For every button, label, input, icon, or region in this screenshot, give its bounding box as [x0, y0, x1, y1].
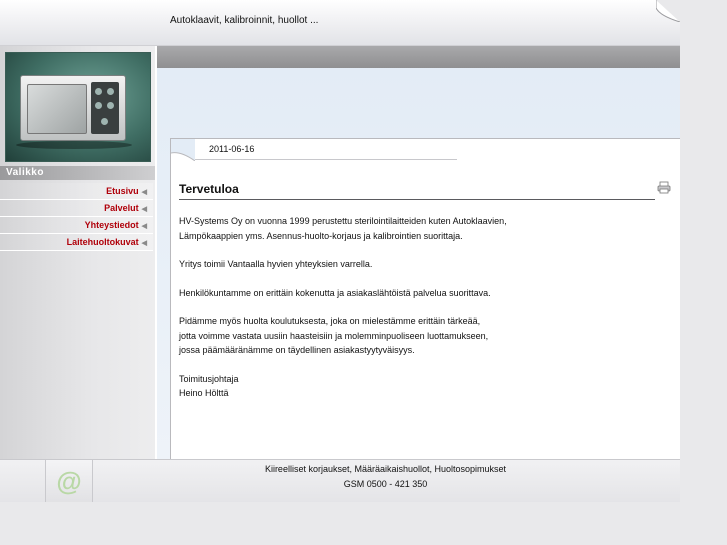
menu-item-yhteystiedot[interactable]: Yhteystiedot ◀	[0, 217, 153, 234]
menu-item-label: Etusivu	[106, 186, 139, 196]
article-body: HV-Systems Oy on vuonna 1999 perustettu …	[179, 214, 669, 415]
footer-services: Kiireelliset korjaukset, Määräaikaishuol…	[264, 464, 507, 474]
main-menu: Etusivu ◀ Palvelut ◀ Yhteystiedot ◀ Laitehu…	[0, 183, 153, 251]
page-curl-icon	[656, 0, 680, 22]
article-signature: Toimitusjohtaja Heino Hölttä	[179, 373, 239, 399]
at-icon: @	[56, 466, 82, 496]
menu-item-label: Yhteystiedot	[84, 220, 139, 230]
article-paragraph: Pidämme myös huolta koulutuksesta, joka …	[179, 316, 489, 355]
article-date: 2011-06-16	[209, 144, 255, 154]
article-paragraph: HV-Systems Oy on vuonna 1999 perustettu …	[179, 216, 507, 241]
article-paragraph: Yritys toimii Vantaalla hyvien yhteyksie…	[179, 259, 373, 269]
header: Autoklaavit, kalibroinnit, huollot ...	[0, 0, 680, 46]
article-panel: 2011-06-16 Tervetuloa HV-Systems Oy on v…	[170, 138, 680, 460]
article-paragraph: Henkilökuntamme on erittäin kokenutta ja…	[179, 287, 491, 298]
print-icon[interactable]	[657, 181, 671, 194]
menu-item-etusivu[interactable]: Etusivu ◀	[0, 183, 153, 200]
article-title: Tervetuloa	[179, 182, 239, 196]
divider	[179, 199, 655, 200]
footer-phone: GSM 0500 - 421 350	[343, 479, 428, 489]
menu-item-label: Laitehuoltokuvat	[66, 237, 139, 247]
email-link[interactable]: @	[45, 460, 93, 502]
menu-item-palvelut[interactable]: Palvelut ◀	[0, 200, 153, 217]
arrow-left-icon: ◀	[141, 206, 147, 213]
arrow-left-icon: ◀	[141, 240, 147, 247]
arrow-left-icon: ◀	[141, 223, 147, 230]
menu-item-laitehuoltokuvat[interactable]: Laitehuoltokuvat ◀	[0, 234, 153, 251]
site-tagline: Autoklaavit, kalibroinnit, huollot ...	[170, 15, 319, 26]
corner-fold-icon	[171, 139, 195, 161]
page: Autoklaavit, kalibroinnit, huollot ... V…	[0, 0, 680, 502]
menu-title: Valikko	[0, 166, 155, 180]
divider	[195, 159, 457, 160]
top-strip	[157, 46, 680, 68]
arrow-left-icon: ◀	[141, 189, 147, 196]
menu-item-label: Palvelut	[104, 203, 139, 213]
left-sidebar: Valikko Etusivu ◀ Palvelut ◀ Yhteystiedot ◀…	[0, 46, 155, 459]
footer: @ Kiireelliset korjaukset, Määräaikaishu…	[0, 459, 680, 502]
autoclave-photo	[5, 52, 151, 162]
